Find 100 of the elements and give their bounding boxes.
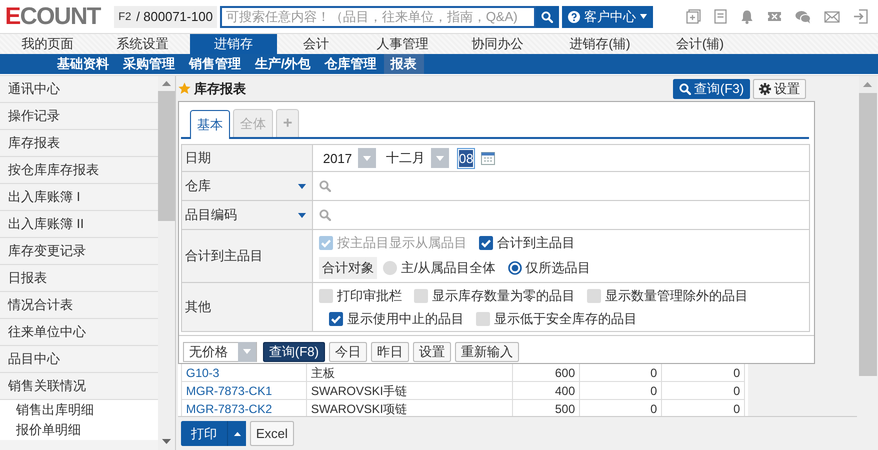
nav-tab[interactable]: 进销存: [190, 34, 277, 54]
bell-icon[interactable]: [740, 9, 754, 24]
subnav-tab[interactable]: 采购管理: [116, 54, 182, 74]
scroll-up-icon: [162, 81, 171, 86]
nav-tab[interactable]: 会计: [277, 34, 355, 54]
radio-button[interactable]: [383, 260, 397, 274]
subnav-tab[interactable]: 仓库管理: [318, 54, 384, 74]
option-tag: 合计对象: [319, 256, 377, 278]
export-button[interactable]: Excel: [250, 421, 294, 446]
checkbox-label: 显示低于安全库存的品目: [494, 310, 637, 328]
scrollbar[interactable]: [858, 76, 876, 376]
subnav-tab[interactable]: 生产/外包: [248, 54, 318, 74]
nav-tab[interactable]: 进销存(辅): [545, 34, 655, 54]
mail-icon[interactable]: [824, 10, 840, 22]
caret-icon: [362, 156, 371, 160]
nav-tab[interactable]: 会计(辅): [655, 34, 745, 54]
nav-tab[interactable]: 系统设置: [95, 34, 190, 54]
table-cell: 0: [580, 382, 662, 400]
subnav-tab[interactable]: 基础资料: [50, 54, 116, 74]
scroll-up-icon: [863, 82, 872, 87]
dropdown-button[interactable]: [227, 421, 246, 446]
table-cell: 0: [580, 364, 662, 382]
checkbox-label: 合计到主品目: [497, 234, 575, 252]
help-icon: [568, 10, 580, 22]
table-cell: 主板: [307, 364, 513, 382]
checkbox[interactable]: [414, 288, 428, 302]
toolbar-button[interactable]: 今日: [328, 342, 367, 362]
tab[interactable]: 基本: [190, 110, 230, 139]
logout-icon[interactable]: [853, 9, 868, 24]
search-button[interactable]: [536, 6, 559, 28]
checkbox[interactable]: [329, 312, 343, 326]
help-menu-button[interactable]: 客户中心: [562, 6, 653, 28]
subnav-tab[interactable]: 销售管理: [182, 54, 248, 74]
ticket-icon[interactable]: [767, 10, 782, 23]
search-field[interactable]: 可搜索任意内容！（品目，往来单位，指南，Q&A): [220, 6, 536, 28]
item-code-link[interactable]: G10-3: [181, 364, 307, 382]
table-cell: 400: [513, 382, 580, 400]
field-label: 仓库: [185, 177, 211, 195]
toolbar-button[interactable]: 设置: [412, 342, 451, 362]
chat-icon[interactable]: [795, 10, 811, 24]
table-cell: SWAROVSKI项链: [307, 400, 513, 416]
table-cell: 600: [513, 364, 580, 382]
caret-icon: [436, 156, 444, 160]
search-icon: [541, 10, 554, 22]
field-label: 日期: [185, 149, 211, 167]
checkbox-label: 显示使用中止的品目: [347, 310, 464, 328]
checkbox-label: 显示库存数量为零的品目: [432, 286, 575, 304]
checkbox-label: 显示数量管理除外的品目: [605, 286, 748, 304]
dropdown-icon: [298, 212, 306, 218]
checkbox[interactable]: [476, 312, 490, 326]
caret-icon: [640, 14, 647, 19]
checkbox[interactable]: [479, 236, 493, 250]
nav-tab[interactable]: 我的页面: [0, 34, 95, 54]
shortcut-key: F2: [118, 10, 132, 22]
new-window-icon[interactable]: [686, 9, 701, 24]
sidebar-subitem[interactable]: 销售出库明细: [0, 400, 158, 420]
print-button[interactable]: 打印: [181, 421, 227, 446]
toolbar-button[interactable]: 重新输入: [454, 342, 519, 362]
checkbox[interactable]: [319, 288, 333, 302]
nav-tab[interactable]: 协同办公: [450, 34, 545, 54]
item-code-link[interactable]: MGR-7873-CK2: [181, 400, 307, 416]
table-cell: SWAROVSKI手链: [307, 382, 513, 400]
field-label: 其他: [185, 298, 211, 316]
calendar-icon[interactable]: [481, 152, 496, 164]
radio-label: 仅所选品目: [526, 258, 591, 276]
scrollbar[interactable]: [158, 76, 175, 450]
table-cell: 500: [513, 400, 580, 416]
settings-button[interactable]: 设置: [753, 78, 806, 98]
field-label: 合计到主品目: [185, 247, 263, 265]
caret-icon: [234, 432, 240, 436]
document-icon[interactable]: [714, 9, 727, 24]
month-value: 十二月: [386, 149, 425, 167]
gear-icon: [759, 82, 771, 94]
dropdown-icon: [298, 184, 306, 188]
logo[interactable]: ECOUNT: [5, 4, 102, 30]
search-icon: [319, 209, 331, 221]
table-cell: 0: [662, 364, 745, 382]
subnav-tab[interactable]: 报表: [384, 54, 424, 74]
radio-label: 主/从属品目全体: [401, 258, 496, 276]
search-icon: [319, 180, 331, 192]
table-cell: 0: [580, 400, 662, 416]
checkbox-label: 按主品目显示从属品目: [337, 234, 467, 252]
scroll-down-icon: [162, 439, 171, 444]
search-button[interactable]: 查询(F8): [263, 342, 325, 362]
table-cell: 0: [662, 400, 745, 416]
day-field[interactable]: 08: [456, 148, 476, 168]
year-value: 2017: [323, 150, 352, 166]
nav-tab[interactable]: 人事管理: [355, 34, 450, 54]
sidebar-subitem[interactable]: 报价单明细: [0, 420, 158, 440]
company-code: / 800071-100: [136, 9, 213, 24]
checkbox-label: 打印审批栏: [337, 286, 402, 304]
table-cell: 0: [662, 382, 745, 400]
search-button[interactable]: 查询(F3): [673, 78, 750, 98]
star-icon: [178, 82, 191, 95]
item-code-link[interactable]: MGR-7873-CK1: [181, 382, 307, 400]
checkbox[interactable]: [587, 288, 601, 302]
page-title: 库存报表: [194, 80, 246, 98]
toolbar-button[interactable]: 昨日: [370, 342, 409, 362]
field-label: 品目编码: [185, 206, 237, 224]
radio-button[interactable]: [508, 260, 522, 274]
